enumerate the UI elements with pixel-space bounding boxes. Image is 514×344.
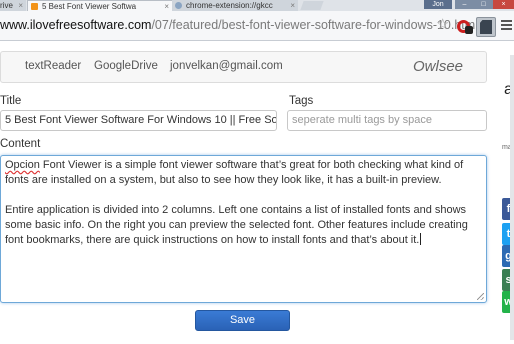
title-label: Title: [0, 95, 22, 107]
popup-navbar: textReader GoogleDrive jonvelkan@gmail.c…: [0, 51, 487, 83]
tab-close-icon[interactable]: ×: [290, 0, 295, 11]
url-host: www.ilovefreesoftware.com: [0, 18, 152, 32]
tags-input[interactable]: seperate multi tags by space: [287, 110, 487, 131]
background-page: als marks f t g s w: [499, 41, 514, 344]
tab-strip: rive × 5 Best Font Viewer Softwa × chrom…: [0, 0, 514, 11]
content-paragraph: Opcion Font Viewer is a simple font view…: [5, 158, 482, 188]
tab-label: rive: [0, 1, 13, 10]
extension-popup: textReader GoogleDrive jonvelkan@gmail.c…: [0, 41, 500, 344]
background-scrollbar[interactable]: [510, 55, 514, 340]
hamburger-menu-icon[interactable]: [501, 20, 512, 32]
new-tab-button[interactable]: [300, 1, 324, 10]
profile-button[interactable]: Jon: [424, 0, 452, 9]
save-button[interactable]: Save: [195, 310, 290, 331]
address-bar[interactable]: www.ilovefreesoftware.com/07/featured/be…: [0, 18, 478, 32]
content-text: Entire application is divided into 2 col…: [5, 204, 468, 246]
browser-toolbar: www.ilovefreesoftware.com/07/featured/be…: [0, 11, 514, 41]
star-icon[interactable]: ☆: [436, 17, 449, 33]
extension-favicon-icon: [175, 2, 182, 9]
tab-previous[interactable]: rive ×: [0, 0, 26, 11]
brand-logo: Owlsee: [413, 58, 464, 75]
content-textarea[interactable]: Opcion Font Viewer is a simple font view…: [0, 155, 487, 303]
title-input[interactable]: 5 Best Font Viewer Software For Windows …: [0, 110, 277, 131]
nav-googledrive-link[interactable]: GoogleDrive: [94, 60, 158, 72]
tab-extension[interactable]: chrome-extension://gkcc ×: [172, 0, 298, 11]
site-favicon-icon: [31, 3, 38, 10]
maximize-button[interactable]: □: [474, 0, 493, 9]
content-paragraph: Entire application is divided into 2 col…: [5, 203, 482, 248]
tab-close-icon[interactable]: ×: [164, 1, 169, 11]
content-label: Content: [0, 138, 41, 150]
nav-account-email[interactable]: jonvelkan@gmail.com: [170, 60, 283, 72]
content-text: Font Viewer is a simple font viewer soft…: [5, 159, 464, 186]
tab-label: chrome-extension://gkcc: [186, 1, 273, 10]
misspelled-word: Opcion: [5, 159, 40, 171]
url-path: /07/featured/best-font-viewer-software-f…: [151, 18, 478, 32]
tags-label: Tags: [289, 95, 314, 107]
resize-handle[interactable]: [477, 293, 484, 300]
nav-textreader-link[interactable]: textReader: [25, 60, 81, 72]
tab-active-article[interactable]: 5 Best Font Viewer Softwa ×: [27, 0, 173, 11]
extension-badge-icon: [465, 26, 473, 34]
tab-label: 5 Best Font Viewer Softwa: [42, 2, 137, 11]
tab-close-icon[interactable]: ×: [18, 0, 23, 11]
minimize-button[interactable]: –: [455, 0, 474, 9]
owlsee-extension-icon[interactable]: [476, 17, 496, 37]
text-caret: [420, 233, 422, 245]
document-icon: [480, 20, 492, 34]
close-window-button[interactable]: ×: [493, 0, 514, 9]
